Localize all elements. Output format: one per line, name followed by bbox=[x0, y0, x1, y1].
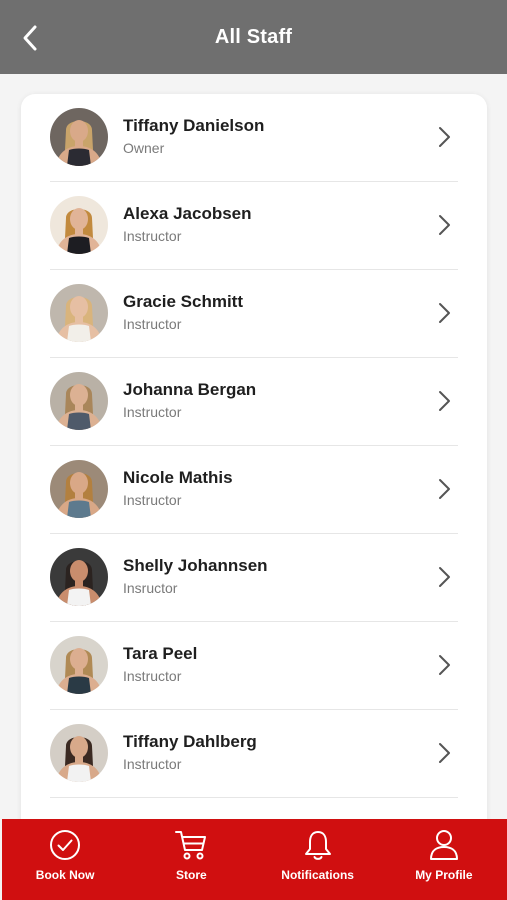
avatar bbox=[50, 372, 108, 430]
staff-name: Tiffany Danielson bbox=[123, 116, 265, 135]
tab-label: Notifications bbox=[281, 868, 354, 882]
staff-info: Tiffany Danielson Owner bbox=[123, 116, 264, 157]
tab-store[interactable]: Store bbox=[128, 819, 254, 900]
staff-role: Insructor bbox=[123, 580, 178, 596]
avatar bbox=[50, 724, 108, 782]
staff-row[interactable]: Tara Peel Instructor bbox=[50, 622, 458, 710]
staff-row[interactable]: Johanna Bergan Instructor bbox=[50, 358, 458, 446]
staff-name: Tara Peel bbox=[123, 644, 198, 663]
staff-role: Instructor bbox=[123, 404, 182, 420]
staff-name: Shelly Johannsen bbox=[123, 556, 268, 575]
avatar bbox=[50, 108, 108, 166]
staff-row[interactable]: Tiffany Dahlberg Instructor bbox=[50, 710, 458, 798]
staff-info: Alexa Jacobsen Instructor bbox=[123, 204, 252, 245]
staff-list: Tiffany Danielson Owner Alexa Jacobsen Inst… bbox=[21, 94, 487, 798]
tab-label: My Profile bbox=[415, 868, 473, 882]
staff-row[interactable]: Gracie Schmitt Instructor bbox=[50, 270, 458, 358]
staff-photo bbox=[50, 108, 108, 166]
staff-row[interactable]: Nicole Mathis Instructor bbox=[50, 446, 458, 534]
staff-name: Johanna Bergan bbox=[123, 380, 257, 399]
staff-name: Nicole Mathis bbox=[123, 468, 233, 487]
staff-row[interactable]: Shelly Johannsen Insructor bbox=[50, 534, 458, 622]
staff-role: Instructor bbox=[123, 228, 182, 244]
page-title: All Staff bbox=[214, 25, 293, 48]
chevron-right-icon bbox=[439, 655, 450, 675]
bottom-tab-bar: Book Now Store Notifications My Profile bbox=[2, 819, 507, 900]
bell-icon bbox=[304, 831, 331, 860]
chevron-right-icon bbox=[439, 743, 450, 763]
staff-photo bbox=[50, 636, 108, 694]
chevron-left-icon bbox=[23, 25, 37, 51]
staff-name: Alexa Jacobsen bbox=[123, 204, 252, 223]
chevron-right-icon bbox=[439, 303, 450, 323]
avatar bbox=[50, 196, 108, 254]
staff-role: Owner bbox=[123, 140, 165, 156]
top-bar: All Staff bbox=[0, 0, 507, 74]
back-button[interactable] bbox=[14, 20, 46, 56]
staff-name: Gracie Schmitt bbox=[123, 292, 243, 311]
avatar bbox=[50, 460, 108, 518]
staff-row[interactable]: Tiffany Danielson Owner bbox=[50, 94, 458, 182]
tab-my-profile[interactable]: My Profile bbox=[381, 819, 507, 900]
staff-info: Tara Peel Instructor bbox=[123, 644, 197, 685]
chevron-right-icon bbox=[439, 567, 450, 587]
avatar bbox=[50, 636, 108, 694]
check-circle-icon bbox=[50, 830, 81, 860]
staff-info: Nicole Mathis Instructor bbox=[123, 468, 233, 509]
tab-notifications[interactable]: Notifications bbox=[255, 819, 381, 900]
staff-info: Johanna Bergan Instructor bbox=[123, 380, 256, 421]
staff-role: Instructor bbox=[123, 668, 182, 684]
avatar bbox=[50, 548, 108, 606]
staff-role: Instructor bbox=[123, 316, 182, 332]
chevron-right-icon bbox=[439, 127, 450, 147]
app-root: All Staff Tiffany Danielson Owner Alexa Ja… bbox=[0, 0, 507, 900]
staff-photo bbox=[50, 372, 108, 430]
staff-list-card: Tiffany Danielson Owner Alexa Jacobsen Inst… bbox=[21, 94, 487, 834]
avatar bbox=[50, 284, 108, 342]
staff-photo bbox=[50, 196, 108, 254]
staff-role: Instructor bbox=[123, 492, 182, 508]
chevron-right-icon bbox=[439, 215, 450, 235]
tab-label: Book Now bbox=[35, 868, 95, 882]
chevron-right-icon bbox=[439, 391, 450, 411]
tab-label: Store bbox=[176, 868, 207, 882]
user-icon bbox=[429, 830, 458, 860]
staff-role: Instructor bbox=[123, 756, 182, 772]
cart-icon bbox=[175, 831, 207, 860]
staff-photo bbox=[50, 284, 108, 342]
staff-row[interactable]: Alexa Jacobsen Instructor bbox=[50, 182, 458, 270]
chevron-right-icon bbox=[439, 479, 450, 499]
staff-info: Shelly Johannsen Insructor bbox=[123, 556, 268, 597]
staff-photo bbox=[50, 460, 108, 518]
staff-photo bbox=[50, 548, 108, 606]
staff-info: Tiffany Dahlberg Instructor bbox=[123, 732, 257, 773]
staff-name: Tiffany Dahlberg bbox=[123, 732, 257, 751]
tab-book-now[interactable]: Book Now bbox=[2, 819, 128, 900]
staff-info: Gracie Schmitt Instructor bbox=[123, 292, 243, 333]
staff-photo bbox=[50, 724, 108, 782]
